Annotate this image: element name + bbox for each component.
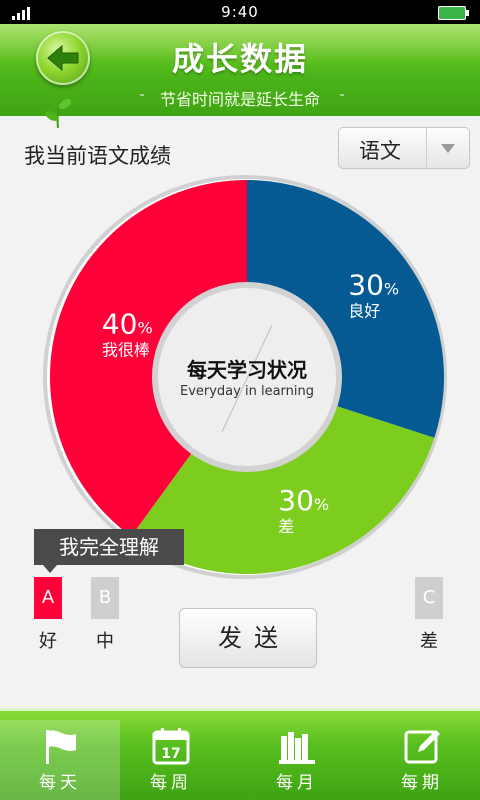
learning-status-pie-chart: 每天学习状况 Everyday in learning 30%良好30%差40%… <box>43 175 447 579</box>
tab-term[interactable]: 每期 <box>362 720 480 800</box>
tab-weekly-label: 每周 <box>150 773 192 793</box>
tab-term-label: 每期 <box>401 773 443 793</box>
pie-slice-label-1: 差 <box>278 517 294 536</box>
calendar-icon: 17 <box>152 728 190 765</box>
tab-daily[interactable]: 每天 <box>0 720 120 800</box>
option-b-button[interactable]: B <box>91 577 119 619</box>
option-c-button[interactable]: C <box>415 577 443 619</box>
flag-icon <box>46 730 76 764</box>
selection-tooltip: 我完全理解 <box>34 529 184 573</box>
send-button[interactable]: 发送 <box>179 608 317 668</box>
tab-weekly[interactable]: 17 每周 <box>111 720 231 800</box>
edit-icon <box>404 730 440 764</box>
option-b-label: 中 <box>96 631 114 652</box>
tab-monthly[interactable]: 每月 <box>237 720 357 800</box>
pie-slice-label-2: 我很棒 <box>102 341 150 360</box>
tab-daily-label: 每天 <box>39 773 81 793</box>
calendar-day: 17 <box>161 746 180 762</box>
tab-monthly-label: 每月 <box>276 773 318 793</box>
pie-center-subtitle: Everyday in learning <box>180 384 314 399</box>
pie-slice-label-0: 良好 <box>348 302 380 321</box>
option-a-button[interactable]: A <box>34 577 62 619</box>
option-a-label: 好 <box>39 631 57 652</box>
pie-center-title: 每天学习状况 <box>187 358 307 382</box>
bottom-tab-bar: 每天 17 每周 每月 每期 <box>0 708 480 800</box>
option-c-label: 差 <box>420 631 438 652</box>
books-icon <box>279 732 315 764</box>
